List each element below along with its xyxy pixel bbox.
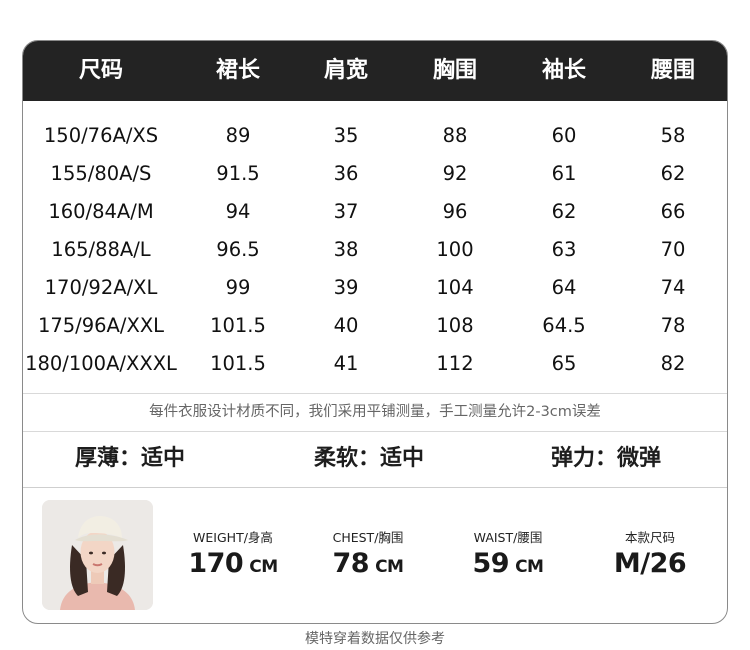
table-row: 180/100A/XXXL 101.5 41 112 65 82: [23, 345, 727, 383]
model-photo: [42, 500, 153, 610]
cell-chest: 92: [442, 162, 468, 185]
cell-waist: 78: [660, 314, 686, 337]
table-row: 170/92A/XL 99 39 104 64 74: [23, 269, 727, 307]
cell-sleeve-length: 60: [551, 124, 577, 147]
attribute-elasticity: 弹力：微弹: [551, 446, 662, 471]
height-unit: CM: [249, 557, 278, 577]
cell-skirt-length: 101.5: [210, 314, 266, 337]
cell-shoulder-width: 35: [333, 124, 359, 147]
model-height-stat: WEIGHT/身高 170 CM: [173, 529, 293, 584]
cell-chest: 108: [436, 314, 474, 337]
cell-sleeve-length: 64.5: [542, 314, 586, 337]
cell-waist: 70: [660, 238, 686, 261]
table-row: 160/84A/M 94 37 96 62 66: [23, 193, 727, 231]
chest-value: 78: [332, 548, 370, 579]
cell-sleeve-length: 62: [551, 200, 577, 223]
size-value: M/26: [613, 548, 687, 579]
cell-sleeve-length: 64: [551, 276, 577, 299]
model-waist-stat: WAIST/腰围 59 CM: [453, 529, 563, 584]
cell-sleeve-length: 63: [551, 238, 577, 261]
cell-shoulder-width: 36: [333, 162, 359, 185]
size-label: 本款尺码: [624, 530, 675, 545]
model-illustration: [42, 500, 153, 610]
cell-shoulder-width: 38: [333, 238, 359, 261]
header-sleeve-length: 袖长: [541, 58, 586, 83]
cell-size: 155/80A/S: [50, 162, 152, 185]
height-value: 170: [188, 548, 244, 579]
cell-waist: 82: [660, 352, 686, 375]
cell-shoulder-width: 41: [333, 352, 359, 375]
cell-chest: 112: [436, 352, 474, 375]
model-size-stat: 本款尺码 M/26: [595, 529, 705, 581]
attribute-thickness: 厚薄：适中: [75, 446, 186, 471]
cell-size: 175/96A/XXL: [37, 314, 165, 337]
cell-chest: 88: [442, 124, 468, 147]
size-chart-card: 尺码 裙长 肩宽 胸围 袖长 腰围 150/76A/XS 89 35 88 60…: [22, 40, 728, 624]
size-table-body: 150/76A/XS 89 35 88 60 58 155/80A/S 91.5…: [23, 117, 727, 383]
header-skirt-length: 裙长: [215, 58, 260, 83]
model-chest-stat: CHEST/胸围 78 CM: [313, 529, 423, 584]
cell-size: 150/76A/XS: [43, 124, 159, 147]
header-shoulder-width: 肩宽: [323, 58, 368, 83]
cell-skirt-length: 101.5: [210, 352, 266, 375]
table-row: 155/80A/S 91.5 36 92 61 62: [23, 155, 727, 193]
table-row: 150/76A/XS 89 35 88 60 58: [23, 117, 727, 155]
cell-size: 170/92A/XL: [44, 276, 158, 299]
waist-value: 59: [472, 548, 510, 579]
cell-sleeve-length: 65: [551, 352, 577, 375]
cell-waist: 58: [660, 124, 686, 147]
cell-sleeve-length: 61: [551, 162, 577, 185]
cell-size: 165/88A/L: [51, 238, 151, 261]
fabric-attributes: 厚薄：适中 柔软：适中 弹力：微弹: [23, 431, 727, 486]
table-row: 165/88A/L 96.5 38 100 63 70: [23, 231, 727, 269]
cell-chest: 104: [436, 276, 474, 299]
cell-chest: 100: [436, 238, 474, 261]
cell-size: 160/84A/M: [48, 200, 154, 223]
table-row: 175/96A/XXL 101.5 40 108 64.5 78: [23, 307, 727, 345]
attribute-softness: 柔软：适中: [314, 446, 425, 471]
cell-chest: 96: [442, 200, 468, 223]
header-size: 尺码: [78, 58, 123, 83]
cell-skirt-length: 99: [225, 276, 251, 299]
waist-unit: CM: [515, 557, 544, 577]
height-label: WEIGHT/身高: [193, 530, 273, 545]
cell-skirt-length: 89: [225, 124, 251, 147]
cell-shoulder-width: 40: [333, 314, 359, 337]
cell-size: 180/100A/XXXL: [25, 352, 177, 375]
cell-skirt-length: 96.5: [216, 238, 260, 261]
cell-waist: 62: [660, 162, 686, 185]
measurement-note: 每件衣服设计材质不同，我们采用平铺测量，手工测量允许2-3cm误差: [23, 393, 727, 432]
cell-shoulder-width: 39: [333, 276, 359, 299]
cell-shoulder-width: 37: [333, 200, 359, 223]
chest-unit: CM: [375, 557, 404, 577]
cell-waist: 74: [660, 276, 686, 299]
section-divider: [23, 487, 727, 488]
header-waist: 腰围: [650, 58, 695, 83]
cell-waist: 66: [660, 200, 686, 223]
cell-skirt-length: 94: [225, 200, 251, 223]
chest-label: CHEST/胸围: [332, 530, 404, 545]
header-chest: 胸围: [432, 58, 477, 83]
footer-note: 模特穿着数据仅供参考: [305, 631, 445, 647]
table-header: 尺码 裙长 肩宽 胸围 袖长 腰围: [23, 41, 727, 101]
waist-label: WAIST/腰围: [473, 530, 543, 545]
cell-skirt-length: 91.5: [216, 162, 260, 185]
